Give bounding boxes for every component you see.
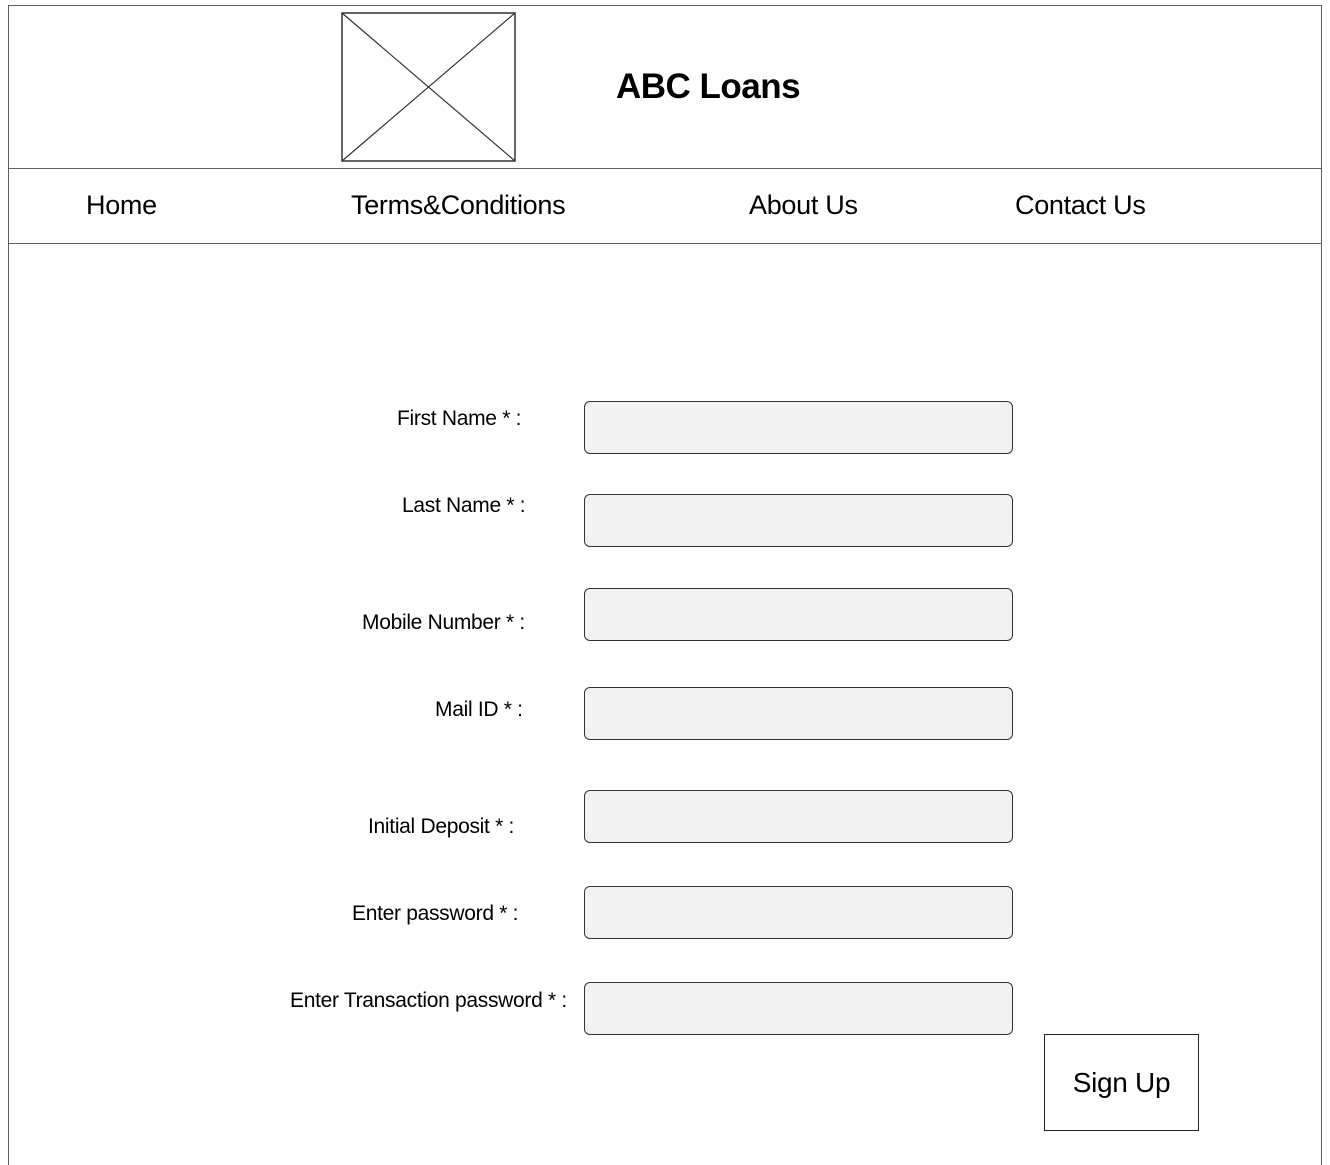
last-name-label: Last Name * : <box>402 494 526 517</box>
site-header: ABC Loans <box>8 5 1322 169</box>
transaction-password-input[interactable] <box>584 982 1013 1035</box>
nav-item-about-us[interactable]: About Us <box>749 190 858 221</box>
nav-item-contact-us[interactable]: Contact Us <box>1015 190 1146 221</box>
initial-deposit-input[interactable] <box>584 790 1013 843</box>
password-label: Enter password * : <box>352 902 519 925</box>
first-name-label: First Name * : <box>397 407 522 430</box>
transaction-password-label: Enter Transaction password * : <box>290 989 567 1012</box>
logo-placeholder-icon <box>341 12 516 162</box>
mail-id-input[interactable] <box>584 687 1013 740</box>
password-input[interactable] <box>584 886 1013 939</box>
nav-item-home[interactable]: Home <box>86 190 157 221</box>
main-nav: Home Terms&Conditions About Us Contact U… <box>8 168 1322 244</box>
nav-item-terms-conditions[interactable]: Terms&Conditions <box>351 190 566 221</box>
sign-up-button[interactable]: Sign Up <box>1044 1034 1199 1131</box>
first-name-input[interactable] <box>584 401 1013 454</box>
image-placeholder-icon <box>341 12 516 162</box>
initial-deposit-label: Initial Deposit * : <box>368 815 515 838</box>
brand-title: ABC Loans <box>616 67 801 106</box>
mobile-number-input[interactable] <box>584 588 1013 641</box>
mobile-number-label: Mobile Number * : <box>362 611 525 634</box>
mail-id-label: Mail ID * : <box>435 698 523 721</box>
last-name-input[interactable] <box>584 494 1013 547</box>
